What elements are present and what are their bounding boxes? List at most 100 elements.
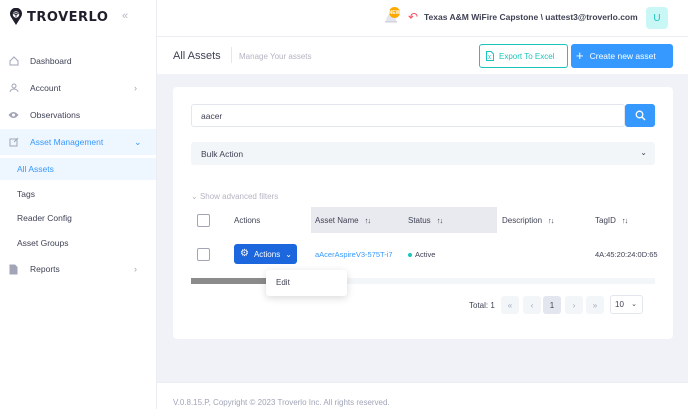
create-asset-button[interactable]: + Create new asset [571,44,673,68]
tag-id-cell: 4A:45:20:24:0D:65 [595,250,658,259]
search-icon [635,110,646,121]
search-value: aacer [201,110,223,121]
create-label: Create new asset [589,51,656,61]
user-icon [8,83,19,94]
column-header-label: Asset Name [315,215,359,225]
wifi-pin-logo-icon [8,7,24,26]
sidebar-item-reports[interactable]: Reports › [0,256,156,282]
sort-icon[interactable]: ↑↓ [437,216,443,225]
column-header-label: TagID [595,215,616,225]
column-header-label: Status [408,215,431,225]
sort-icon[interactable]: ↑↓ [548,216,554,225]
total-count: Total: 1 [469,301,495,310]
sidebar-item-label: Observations [30,110,81,120]
chevron-down-icon: ⌄ [191,192,198,201]
menu-item-edit[interactable]: Edit [276,278,290,287]
footer: V.0.8.15.P, Copyright © 2023 Troverlo In… [157,382,688,409]
notification-badge[interactable]: NEW [389,7,400,18]
sidebar-item-label: Account [30,83,61,93]
column-header-actions: Actions [234,207,260,233]
last-page-button[interactable]: » [586,296,604,314]
status-label: Active [415,250,436,259]
table-row: ⚙ Actions ⌄ aAcerAspireV3-575T-i7 Active… [191,241,658,269]
org-user-label[interactable]: Texas A&M WiFire Capstone \ uattest3@tro… [424,12,638,22]
chevron-down-icon: ⌄ [640,148,647,157]
plus-icon: + [576,48,584,63]
select-all-checkbox[interactable] [197,213,210,227]
top-header: NEW ↶ Texas A&M WiFire Capstone \ uattes… [157,0,688,36]
actions-label: Actions [253,249,281,259]
bulk-action-select[interactable]: Bulk Action ⌄ [191,142,655,165]
edit-icon [8,137,19,148]
sidebar-subitem-asset-groups[interactable]: Asset Groups [0,232,156,254]
column-header-label: Actions [234,215,261,225]
divider [231,47,232,63]
page-title: All Assets [173,50,221,62]
row-checkbox[interactable] [197,248,210,261]
column-header-description[interactable]: Description ↑↓ [502,207,554,233]
gear-icon: ⚙ [240,248,249,259]
sidebar-item-observations[interactable]: Observations [0,102,156,128]
show-advanced-filters-toggle[interactable]: ⌄ Show advanced filters [191,192,278,201]
bulk-action-value: Bulk Action [201,148,244,159]
switch-account-icon[interactable]: ↶ [408,11,418,23]
collapse-sidebar-icon[interactable]: « [122,10,128,22]
avatar[interactable]: U [646,7,668,29]
sidebar-item-account[interactable]: Account › [0,75,156,101]
sidebar-item-label: Dashboard [30,56,72,66]
sidebar-subitem-label: Reader Config [17,213,72,223]
next-page-button[interactable]: › [565,296,583,314]
column-header-label: Description [502,215,543,225]
footer-copyright: V.0.8.15.P, Copyright © 2023 Troverlo In… [173,398,390,407]
assets-card: aacer Bulk Action ⌄ ⌄ Show advanced filt… [173,87,673,339]
excel-file-icon: X [486,51,494,61]
first-page-button[interactable]: « [501,296,519,314]
sidebar-subitem-all-assets[interactable]: All Assets [0,158,156,180]
prev-page-button[interactable]: ‹ [523,296,541,314]
brand-name: TROVERLO [27,9,109,25]
export-to-excel-button[interactable]: X Export To Excel [479,44,568,68]
sidebar-subitem-label: All Assets [17,164,54,174]
chevron-right-icon: › [134,83,137,93]
export-label: Export To Excel [499,51,555,61]
sidebar-subitem-reader-config[interactable]: Reader Config [0,207,156,229]
column-header-asset-name[interactable]: Asset Name ↑↓ [311,207,497,233]
sort-icon[interactable]: ↑↓ [365,216,371,225]
sidebar-subitem-tags[interactable]: Tags [0,183,156,205]
asset-name-link[interactable]: aAcerAspireV3-575T-i7 [315,250,393,259]
sidebar-item-asset-management[interactable]: Asset Management ⌄ [0,129,156,155]
advanced-filters-label: Show advanced filters [199,192,279,201]
sort-icon[interactable]: ↑↓ [622,216,628,225]
table-header: Actions Asset Name ↑↓ Status ↑↓ Descript… [191,207,655,233]
document-icon [8,264,19,275]
page-number-button[interactable]: 1 [543,296,561,314]
chevron-down-icon: ⌄ [631,301,637,308]
status-dot [408,252,412,257]
sidebar-item-dashboard[interactable]: Dashboard [0,48,156,74]
svg-text:X: X [488,55,492,61]
horizontal-scrollbar[interactable] [191,278,655,284]
page-size-select[interactable]: 10 ⌄ [610,295,643,314]
eye-icon [8,110,19,121]
sidebar-item-label: Asset Management [30,137,104,147]
sidebar-subitem-label: Tags [17,189,35,199]
chevron-right-icon: › [134,264,137,274]
page-size-value: 10 [615,300,624,309]
column-header-status[interactable]: Status ↑↓ [408,207,443,233]
page-subtitle: Manage Your assets [239,52,312,61]
sidebar-subitem-label: Asset Groups [17,238,69,248]
column-header-tag-id[interactable]: TagID ↑↓ [595,207,628,233]
sidebar: TROVERLO « Dashboard Account › Observati… [0,0,157,409]
actions-dropdown-menu: Edit [266,270,347,296]
status-badge: Active [408,250,435,259]
subheader: All Assets Manage Your assets X Export T… [157,36,688,74]
row-actions-button[interactable]: ⚙ Actions ⌄ [234,244,297,264]
chevron-down-icon: ⌄ [134,136,142,147]
brand-logo[interactable]: TROVERLO [8,7,108,27]
search-button[interactable] [625,104,655,127]
search-input[interactable]: aacer [191,104,625,127]
home-icon [8,56,19,67]
chevron-down-icon: ⌄ [285,249,292,259]
select-all-checkbox-cell [197,207,210,233]
sidebar-item-label: Reports [30,264,60,274]
